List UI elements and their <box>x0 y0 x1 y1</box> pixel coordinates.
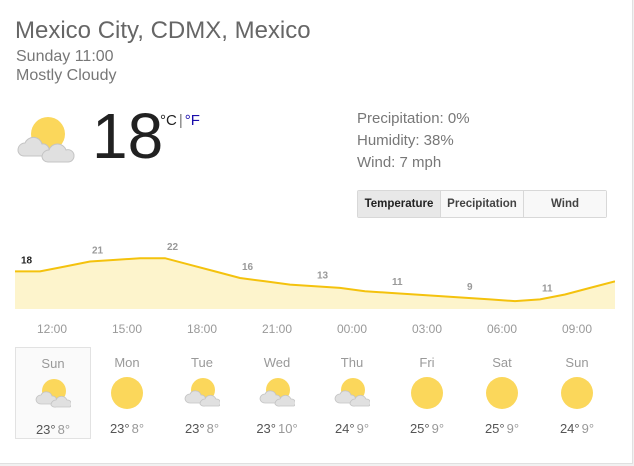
forecast-low: 9° <box>581 421 595 436</box>
forecast-temps: 24° 9° <box>315 421 389 436</box>
sunny-icon <box>409 375 445 411</box>
forecast-day-name: Thu <box>340 355 364 370</box>
x-tick-label: 21:00 <box>262 322 292 336</box>
forecast-temps: 23° 10° <box>240 421 314 436</box>
forecast-high: 23° <box>35 422 56 437</box>
forecast-high: 23° <box>184 421 205 436</box>
sunny-icon <box>109 375 145 411</box>
x-tick-label: 00:00 <box>337 322 367 336</box>
forecast-temps: 23° 8° <box>165 421 239 436</box>
unit-toggle: °C | °F <box>160 112 200 129</box>
chart-data-label: 11 <box>392 277 403 288</box>
x-tick-label: 18:00 <box>187 322 217 336</box>
partly-cloudy-icon <box>334 375 371 411</box>
chart-data-label: 13 <box>317 270 329 281</box>
condition: Mostly Cloudy <box>16 67 117 84</box>
datetime: Sunday 11:00 <box>16 48 114 65</box>
forecast-high: 23° <box>256 421 276 436</box>
forecast-day-name: Tue <box>191 355 213 370</box>
forecast-day-name: Sun <box>41 356 65 371</box>
weather-details: Precipitation: 0% Humidity: 38% Wind: 7 … <box>357 108 470 174</box>
sunny-icon <box>484 375 520 411</box>
forecast-low: 9° <box>356 421 370 436</box>
forecast-temps: 25° 9° <box>390 421 464 436</box>
forecast-day[interactable]: Sat 25° 9° <box>465 347 539 437</box>
partly-cloudy-icon <box>259 375 296 411</box>
forecast-low: 8° <box>206 421 220 436</box>
celsius-unit[interactable]: °C <box>160 112 177 129</box>
forecast-day[interactable]: Tue 23° 8° <box>165 347 239 437</box>
forecast-low: 9° <box>506 421 520 436</box>
tab-precipitation[interactable]: Precipitation <box>440 191 523 217</box>
x-tick-label: 12:00 <box>37 322 67 336</box>
partly-cloudy-icon <box>184 375 221 411</box>
forecast-day[interactable]: Fri 25° 9° <box>390 347 464 437</box>
chart-data-label: 18 <box>21 255 33 266</box>
forecast-day[interactable]: Sun 23° 8° <box>15 347 91 439</box>
current-temperature: 18 <box>92 100 164 172</box>
forecast-temps: 25° 9° <box>465 421 539 436</box>
forecast-day[interactable]: Wed 23° 10° <box>240 347 314 437</box>
fahrenheit-link[interactable]: °F <box>185 112 200 129</box>
partly-cloudy-icon <box>35 376 72 412</box>
forecast-low: 9° <box>431 421 445 436</box>
forecast-temps: 24° 9° <box>540 421 614 436</box>
chart-data-label: 21 <box>92 246 104 257</box>
wind-value: Wind: 7 mph <box>357 154 442 171</box>
forecast-high: 24° <box>334 421 355 436</box>
humidity-value: Humidity: 38% <box>357 132 454 149</box>
forecast-low: 8° <box>57 422 71 437</box>
forecast-day[interactable]: Thu 24° 9° <box>315 347 389 437</box>
forecast-temps: 23° 8° <box>90 421 164 436</box>
chart-data-label: 9 <box>467 282 473 293</box>
forecast-low: 10° <box>278 421 298 436</box>
forecast-high: 25° <box>484 421 505 436</box>
x-tick-label: 06:00 <box>487 322 517 336</box>
forecast-day-name: Sun <box>565 355 589 370</box>
forecast-day-name: Fri <box>419 355 435 370</box>
unit-separator: | <box>178 112 183 129</box>
forecast-high: 24° <box>559 421 580 436</box>
sunny-icon <box>559 375 595 411</box>
daily-forecast: Sun 23° 8° Mon 23° 8° Tue 23° 8° Wed 23° 10° Thu 24° 9… <box>15 347 615 439</box>
chart-data-label: 16 <box>242 262 254 273</box>
forecast-day[interactable]: Sun 24° 9° <box>540 347 614 437</box>
tab-wind[interactable]: Wind <box>523 191 606 217</box>
partly-cloudy-icon <box>17 117 75 163</box>
forecast-day-name: Sat <box>492 355 512 370</box>
forecast-high: 25° <box>409 421 430 436</box>
forecast-high: 23° <box>109 421 130 436</box>
x-tick-label: 15:00 <box>112 322 142 336</box>
forecast-day[interactable]: Mon 23° 8° <box>90 347 164 437</box>
chart-tabs: Temperature Precipitation Wind <box>357 190 607 218</box>
forecast-temps: 23° 8° <box>16 422 90 437</box>
weather-card: Mexico City, CDMX, Mexico Sunday 11:00 M… <box>0 0 633 464</box>
x-tick-label: 03:00 <box>412 322 442 336</box>
forecast-low: 8° <box>131 421 145 436</box>
precipitation-value: Precipitation: 0% <box>357 110 470 127</box>
forecast-day-name: Mon <box>114 355 140 370</box>
forecast-day-name: Wed <box>263 355 291 370</box>
location-title: Mexico City, CDMX, Mexico <box>15 17 311 44</box>
tab-temperature[interactable]: Temperature <box>358 191 440 217</box>
chart-data-label: 11 <box>542 283 553 294</box>
temperature-chart: 18 21 22 16 13 11 9 11 12:00 15:00 18:00 21:00 00:00… <box>15 242 615 336</box>
x-tick-label: 09:00 <box>562 322 592 336</box>
chart-data-label: 22 <box>167 242 179 253</box>
